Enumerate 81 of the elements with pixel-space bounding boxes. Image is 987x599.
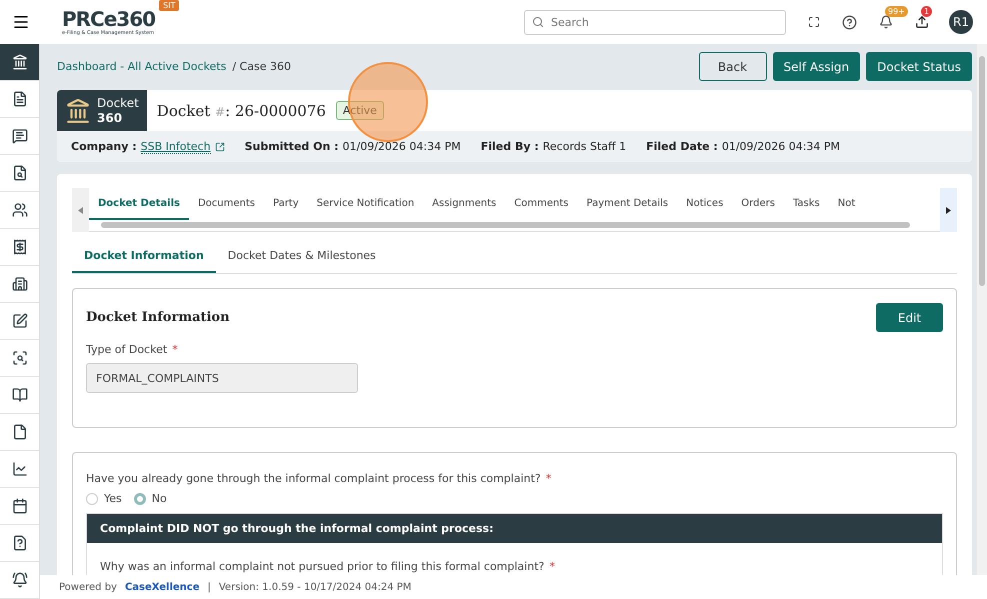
action-button[interactable]: Self Assign <box>772 52 860 81</box>
company-link[interactable]: SSB Infotech <box>140 140 211 154</box>
menu-icon[interactable] <box>12 13 30 31</box>
question-text: Have you already gone through the informal complaint process for this complaint? <box>86 472 541 485</box>
notification-count: 99+ <box>885 6 908 17</box>
tab[interactable]: Party <box>264 188 308 220</box>
tab[interactable]: Tasks <box>784 188 829 220</box>
info-label: Company : <box>71 140 137 153</box>
tab[interactable]: Documents <box>188 188 264 220</box>
separator-text: | <box>207 582 211 592</box>
scroll-left-button[interactable] <box>72 188 89 232</box>
info-label: Submitted On : <box>244 140 339 153</box>
radio-button[interactable] <box>134 492 146 504</box>
book-icon <box>12 387 28 403</box>
upload-count: 1 <box>921 6 932 17</box>
tab[interactable]: Assignments <box>423 188 506 220</box>
info-label: Filed Date : <box>646 140 718 153</box>
scroll-right-button[interactable] <box>940 188 957 232</box>
search-field[interactable]: Search <box>524 10 786 34</box>
required-mark: * <box>546 472 552 485</box>
tab[interactable]: Service Notification <box>308 188 424 220</box>
file-icon <box>12 424 28 440</box>
breadcrumb-current: / Case 360 <box>232 60 291 73</box>
tab[interactable]: Comments <box>505 188 578 220</box>
edit-icon <box>12 313 28 329</box>
bell-icon <box>12 572 28 588</box>
bank-icon <box>12 54 28 70</box>
scan-icon <box>12 350 28 366</box>
fullscreen-icon[interactable] <box>808 16 820 28</box>
question-text: Why was an informal complaint not pursued prior to filing this formal complaint? <box>100 560 544 573</box>
sidebar-item[interactable] <box>0 44 39 81</box>
sub-tab[interactable]: Docket Dates & Milestones <box>216 240 388 273</box>
info-label: Filed By : <box>480 140 539 153</box>
receipt-icon <box>12 239 28 255</box>
field-label: Type of Docket <box>86 343 168 356</box>
bell-icon[interactable] <box>879 15 893 29</box>
tab[interactable]: Notices <box>677 188 732 220</box>
search-icon <box>532 16 544 28</box>
sub-tab[interactable]: Docket Information <box>72 240 216 273</box>
tab[interactable]: Not <box>828 188 864 220</box>
info-value: 01/09/2026 04:34 PM <box>342 140 461 153</box>
building-icon <box>12 276 28 292</box>
badge-label: Docket <box>97 96 139 110</box>
tab[interactable]: Payment Details <box>577 188 678 220</box>
tab[interactable]: Docket Details <box>89 188 189 220</box>
panel-heading: Complaint DID NOT go through the informal complaint process: <box>87 514 942 543</box>
action-button[interactable]: Back <box>698 52 766 81</box>
version-text: Version: 1.0.59 - 10/17/2024 04:24 PM <box>218 582 412 592</box>
docket-type-field[interactable]: FORMAL_COMPLAINTS <box>86 363 358 393</box>
radio-button[interactable] <box>86 492 98 504</box>
edit-button[interactable]: Edit <box>876 303 943 332</box>
file-search-icon <box>12 165 28 181</box>
section-title: Docket Information <box>86 310 230 325</box>
user-avatar[interactable]: R1 <box>949 10 973 34</box>
help-icon[interactable] <box>842 14 857 30</box>
document-icon <box>12 91 28 107</box>
environment-badge: SIT <box>159 0 180 11</box>
badge-number: 360 <box>97 110 124 126</box>
external-link-icon <box>214 142 225 152</box>
docket-title: Docket #: 26-0000076 <box>156 102 326 120</box>
bank-icon <box>65 98 91 124</box>
required-mark: * <box>549 560 555 573</box>
brand-logo: CaseXellence <box>124 582 200 592</box>
message-icon <box>12 128 28 144</box>
logo-text: PRCe360 <box>62 8 156 30</box>
upload-icon[interactable] <box>915 15 929 29</box>
triangle-right-icon <box>946 206 951 214</box>
line-chart-icon <box>12 461 28 477</box>
calendar-icon <box>12 498 28 514</box>
radio-label: Yes <box>104 492 122 505</box>
required-mark: * <box>172 343 178 356</box>
info-value: Records Staff 1 <box>542 140 626 153</box>
action-button[interactable]: Docket Status <box>866 52 972 81</box>
powered-by-text: Powered by <box>59 582 117 592</box>
info-value: 01/09/2026 04:34 PM <box>722 140 840 153</box>
users-icon <box>12 202 28 218</box>
tab[interactable]: Orders <box>732 188 784 220</box>
radio-label: No <box>152 492 167 505</box>
triangle-left-icon <box>78 206 83 214</box>
breadcrumb-link[interactable]: Dashboard - All Active Dockets <box>57 60 226 73</box>
help-document-icon <box>12 535 28 551</box>
